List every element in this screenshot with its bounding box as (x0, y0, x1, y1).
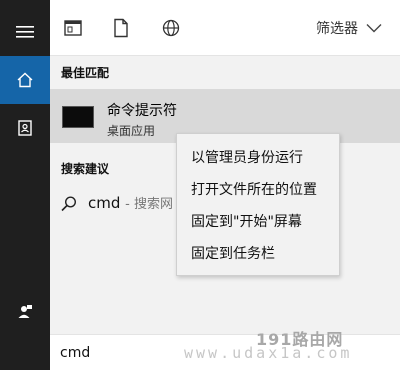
watermark-brand: 191路由网 (256, 330, 344, 349)
home-button[interactable] (0, 56, 50, 104)
best-match-heading: 最佳匹配 (61, 66, 110, 80)
apps-filter-button[interactable] (62, 17, 84, 39)
best-match-name: 命令提示符 (107, 103, 177, 119)
suggestion-subtext: - 搜索网 (125, 197, 173, 212)
notebook-icon (18, 120, 32, 136)
suggestions-heading: 搜索建议 (61, 162, 110, 176)
feedback-icon (18, 305, 32, 318)
feedback-button[interactable] (0, 288, 50, 336)
hamburger-menu-icon (16, 26, 34, 38)
left-rail (0, 0, 50, 370)
menu-item-open-file-location[interactable]: 打开文件所在的位置 (191, 179, 317, 199)
menu-item-run-as-admin[interactable]: 以管理员身份运行 (191, 147, 303, 167)
apps-icon (64, 20, 82, 36)
hamburger-menu-button[interactable] (0, 8, 50, 56)
documents-filter-button[interactable] (110, 17, 132, 39)
web-filter-button[interactable] (160, 17, 182, 39)
best-match-type: 桌面应用 (107, 124, 156, 138)
notebook-button[interactable] (0, 104, 50, 152)
web-icon (162, 19, 180, 37)
context-menu: 以管理员身份运行 打开文件所在的位置 固定到"开始"屏幕 固定到任务栏 (176, 133, 340, 276)
filter-dropdown[interactable]: 筛选器 (316, 18, 382, 38)
filter-label: 筛选器 (316, 21, 358, 37)
documents-icon (114, 18, 128, 38)
suggestion-query: cmd (88, 194, 121, 212)
menu-item-pin-to-start[interactable]: 固定到"开始"屏幕 (191, 211, 302, 231)
command-prompt-app-icon (62, 106, 94, 128)
menu-item-pin-to-taskbar[interactable]: 固定到任务栏 (191, 243, 275, 263)
search-toolbar: 筛选器 (50, 0, 400, 56)
search-input[interactable] (58, 341, 202, 365)
chevron-down-icon (366, 24, 382, 33)
home-icon (17, 72, 33, 88)
search-icon (61, 196, 77, 212)
